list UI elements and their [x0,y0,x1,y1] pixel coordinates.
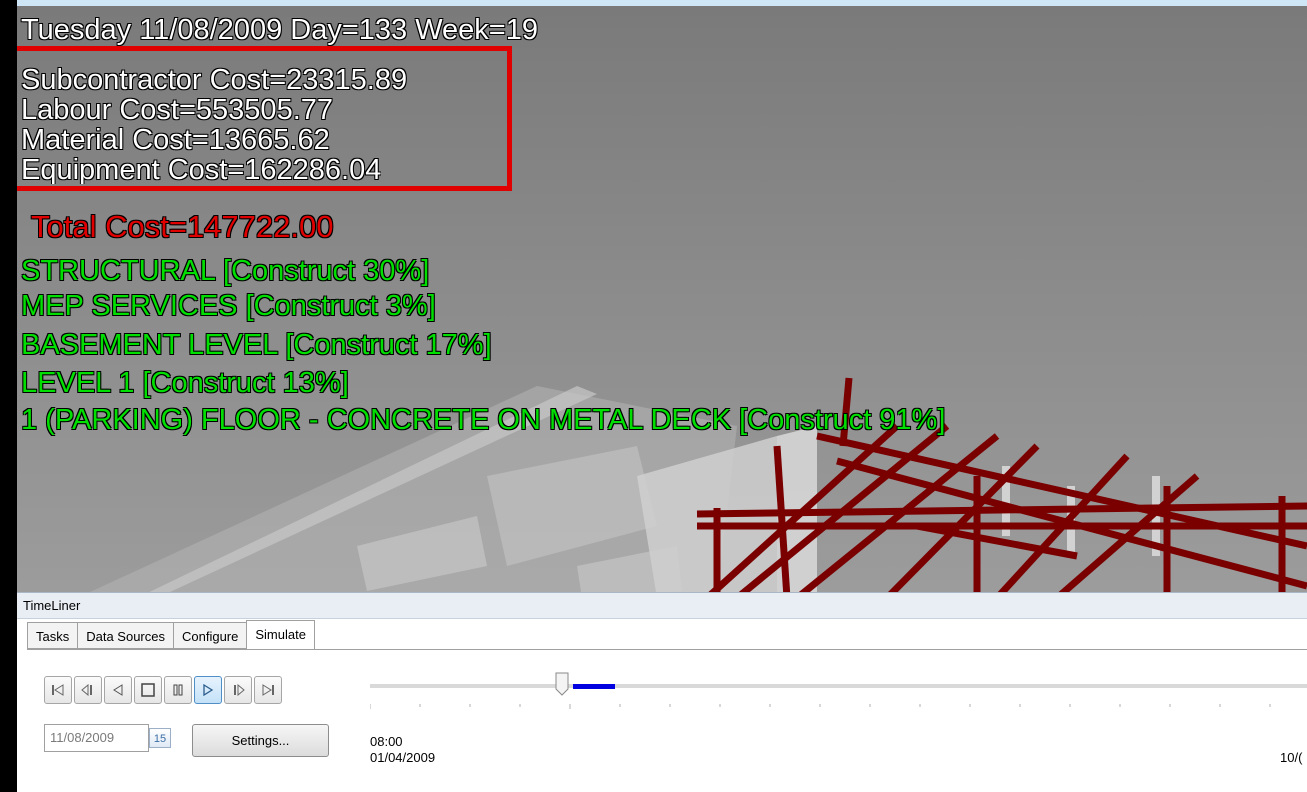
timeline-thumb[interactable] [555,672,569,696]
step-back-icon [81,684,92,696]
timeline-start: 08:00 01/04/2009 [370,734,435,766]
task-mep-services: MEP SERVICES [Construct 3%] [21,290,436,322]
task-structural: STRUCTURAL [Construct 30%] [21,255,430,287]
play-button[interactable] [194,676,222,704]
playback-controls [44,676,282,704]
start-date: 01/04/2009 [370,750,436,765]
simulation-date-readout: Tuesday 11/08/2009 Day=133 Week=19 [21,14,539,46]
task-parking-floor: 1 (PARKING) FLOOR - CONCRETE ON METAL DE… [21,404,946,436]
total-cost: Total Cost=147722.00 [31,209,334,244]
simulation-date-field[interactable]: 11/08/2009 15 [44,724,171,752]
tab-simulate[interactable]: Simulate [246,620,315,649]
material-cost: Material Cost=13665.62 [21,124,330,156]
tab-configure[interactable]: Configure [173,622,247,649]
tab-tasks[interactable]: Tasks [27,622,78,649]
forward-to-end-button[interactable] [254,676,282,704]
timeliner-panel: TimeLiner Tasks Data Sources Configure S… [17,592,1307,792]
play-reverse-button[interactable] [104,676,132,704]
forward-to-end-icon [262,684,274,696]
step-forward-icon [234,684,245,696]
rewind-to-start-button[interactable] [44,676,72,704]
timeline-progress [573,684,615,689]
pause-icon [173,684,183,696]
step-back-button[interactable] [74,676,102,704]
task-basement-level: BASEMENT LEVEL [Construct 17%] [21,329,492,361]
pause-button[interactable] [164,676,192,704]
3d-viewport[interactable]: Tuesday 11/08/2009 Day=133 Week=19 Subco… [17,0,1307,592]
play-icon [203,684,214,696]
play-reverse-icon [113,684,123,696]
step-forward-button[interactable] [224,676,252,704]
stop-icon [141,683,155,697]
timeline-ticks [370,704,1271,709]
settings-button[interactable]: Settings... [192,724,329,757]
timeline-end-date: 10/( [1280,750,1303,765]
tab-divider [27,649,1307,650]
calendar-icon[interactable]: 15 [149,728,171,748]
navisworks-window: Tuesday 11/08/2009 Day=133 Week=19 Subco… [17,0,1307,792]
tab-strip: Tasks Data Sources Configure Simulate [27,620,315,649]
date-value: 11/08/2009 [50,730,115,745]
stop-button[interactable] [134,676,162,704]
labour-cost: Labour Cost=553505.77 [21,94,334,126]
rewind-to-start-icon [52,684,64,696]
task-level-1: LEVEL 1 [Construct 13%] [21,367,349,399]
panel-title: TimeLiner [17,592,1307,619]
window-left-edge [0,0,17,792]
start-time: 08:00 [370,734,403,749]
subcontractor-cost: Subcontractor Cost=23315.89 [21,64,408,96]
equipment-cost: Equipment Cost=162286.04 [21,156,382,184]
timeline-track[interactable] [370,684,1307,688]
tab-data-sources[interactable]: Data Sources [77,622,173,649]
